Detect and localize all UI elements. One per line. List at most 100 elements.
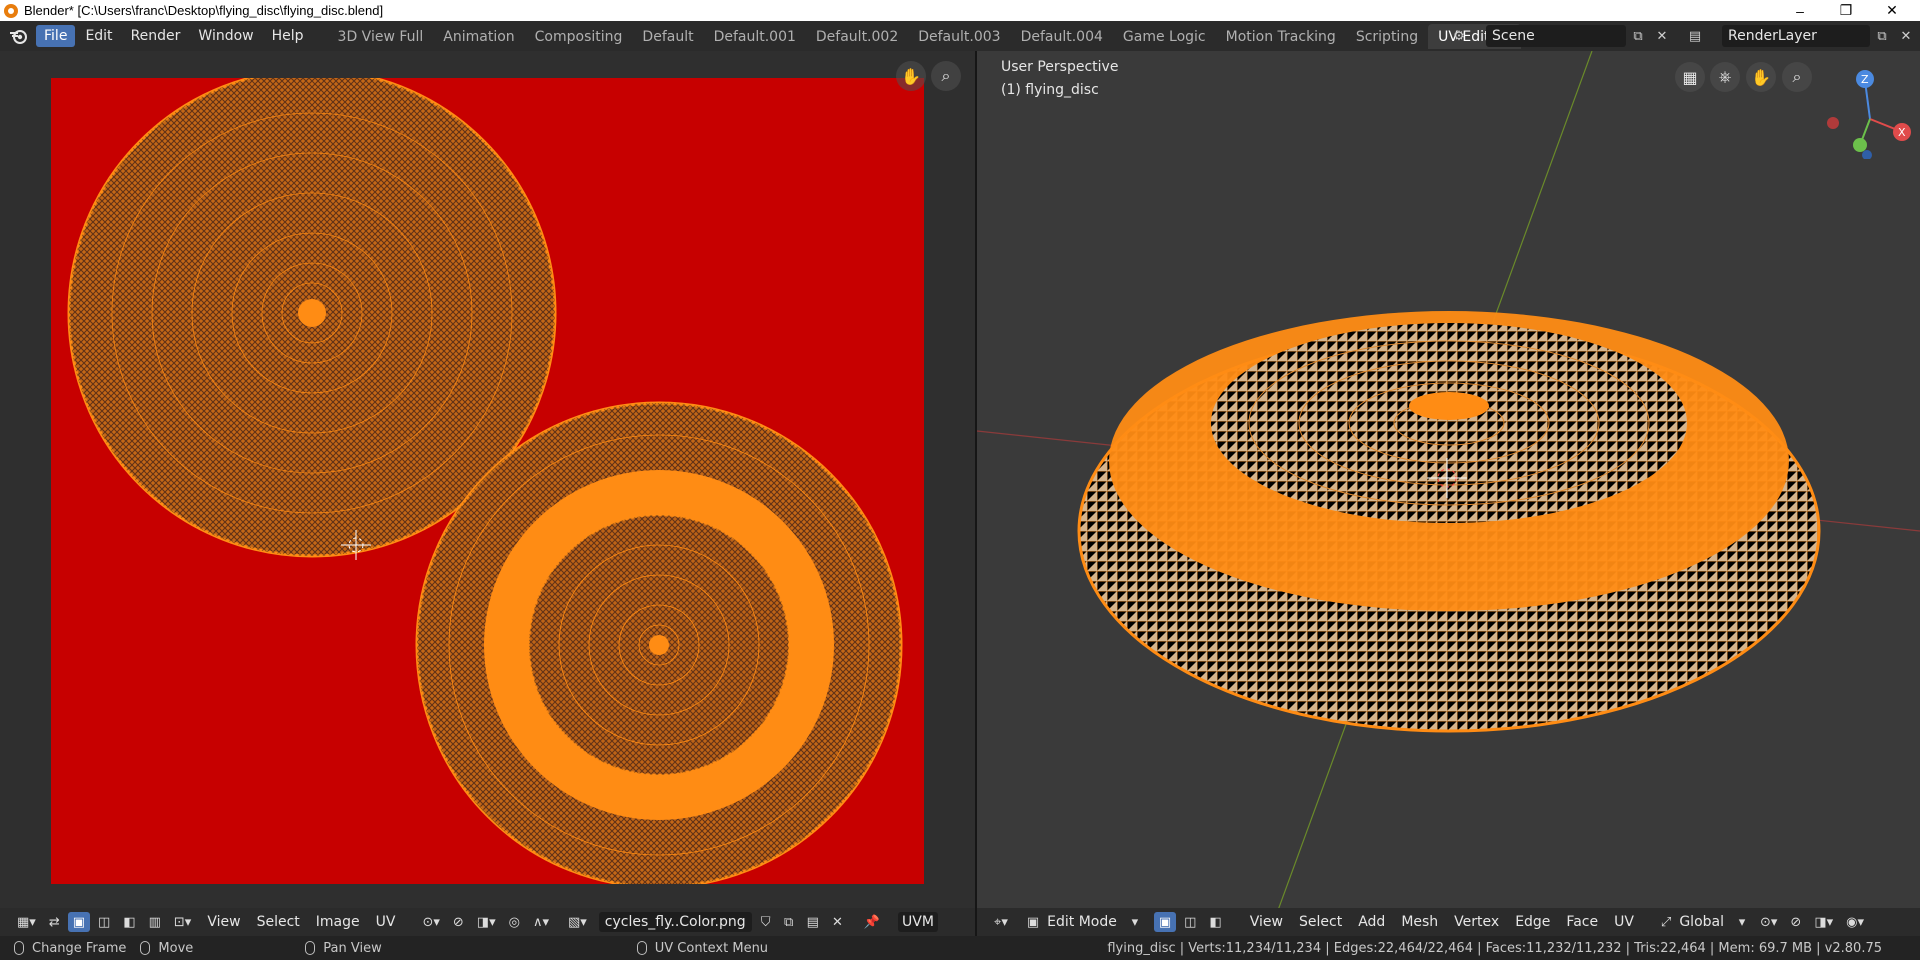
3d-viewport-area[interactable]: User Perspective (1) flying_disc ▦ ⎈ ✋ ⌕… — [977, 51, 1920, 913]
zoom-view-icon[interactable]: ⌕ — [931, 61, 961, 91]
tab-default[interactable]: Default — [632, 24, 703, 49]
uv-editor-area[interactable]: ✋ ⌕ — [0, 51, 975, 913]
pan-view-icon[interactable]: ✋ — [896, 61, 926, 91]
uv-island-select-icon[interactable]: ▥ — [144, 912, 166, 932]
view-perspective-label: User Perspective — [1001, 59, 1119, 75]
image-browse-icon[interactable]: ▧▾ — [563, 912, 592, 932]
pivot-point-icon[interactable]: ⊙▾ — [1755, 912, 1782, 932]
pivot-point-icon[interactable]: ⊙▾ — [417, 912, 444, 932]
fake-user-icon[interactable]: ⛉ — [756, 912, 776, 932]
render-layer-field[interactable]: RenderLayer — [1722, 25, 1870, 47]
sticky-selection-icon[interactable]: ⊡▾ — [169, 912, 196, 932]
vertex-select-mode-icon[interactable]: ▣ — [1153, 912, 1177, 932]
status-move: Move — [140, 941, 193, 956]
uv-menu-uv[interactable]: UV — [368, 914, 404, 930]
unlink-image-icon[interactable]: ✕ — [827, 912, 848, 932]
menu-window[interactable]: Window — [190, 25, 261, 47]
transform-orientation-icon[interactable]: ⤢ — [1656, 912, 1676, 932]
navigation-gizmo[interactable]: Z X — [1820, 59, 1920, 159]
vp-menu-mesh[interactable]: Mesh — [1393, 914, 1446, 930]
face-select-mode-icon[interactable]: ◧ — [1204, 912, 1226, 932]
tab-game-logic[interactable]: Game Logic — [1113, 24, 1216, 49]
render-layer-selector-icon[interactable]: ▤ — [1686, 27, 1704, 45]
top-bar: File Edit Render Window Help 3D View Ful… — [0, 21, 1920, 51]
tab-compositing[interactable]: Compositing — [525, 24, 633, 49]
pan-view-label: Pan View — [323, 940, 382, 956]
camera-view-icon[interactable]: ⎈ — [1710, 62, 1740, 92]
viewport-scene — [977, 51, 1920, 913]
falloff-icon[interactable]: ∧▾ — [528, 912, 554, 932]
uv-island-bottom — [415, 401, 903, 889]
pan-view-icon[interactable]: ✋ — [1746, 62, 1776, 92]
status-bar: Change Frame Move Pan View UV Context Me… — [0, 936, 1920, 960]
open-image-icon[interactable]: ▤ — [802, 912, 824, 932]
vp-menu-vertex[interactable]: Vertex — [1446, 914, 1507, 930]
snap-icon[interactable]: ⊘ — [448, 912, 469, 932]
scene-statistics: flying_disc | Verts:11,234/11,234 | Edge… — [1107, 940, 1882, 956]
zoom-view-icon[interactable]: ⌕ — [1782, 62, 1812, 92]
viewport-editor-type-icon[interactable]: ⌖▾ — [989, 912, 1013, 932]
tab-default-003[interactable]: Default.003 — [908, 24, 1010, 49]
snap-target-icon[interactable]: ◨▾ — [472, 912, 501, 932]
tab-3d-view-full[interactable]: 3D View Full — [328, 24, 434, 49]
blender-logo-icon[interactable] — [8, 25, 30, 47]
uv-edge-select-icon[interactable]: ◫ — [93, 912, 115, 932]
middle-mouse-icon — [305, 941, 316, 955]
tab-motion-tracking[interactable]: Motion Tracking — [1216, 24, 1346, 49]
proportional-editing-icon[interactable]: ◎ — [504, 912, 525, 932]
uv-menu-image[interactable]: Image — [308, 914, 368, 930]
close-button[interactable]: ✕ — [1872, 0, 1912, 21]
status-uv-context-menu: UV Context Menu — [636, 940, 769, 956]
left-mouse-icon — [140, 941, 151, 955]
tab-default-002[interactable]: Default.002 — [806, 24, 908, 49]
uv-map-field[interactable]: UVM — [898, 912, 938, 932]
mode-dropdown-icon[interactable]: ▾ — [1125, 912, 1145, 932]
new-scene-icon[interactable]: ⧉ — [1629, 27, 1647, 45]
flying-disc-mesh — [1077, 311, 1821, 733]
menu-render[interactable]: Render — [123, 25, 189, 47]
vp-menu-view[interactable]: View — [1242, 914, 1291, 930]
scene-selector-icon[interactable]: ⚙ — [1450, 27, 1468, 45]
uv-face-select-icon[interactable]: ◧ — [118, 912, 140, 932]
menu-edit[interactable]: Edit — [77, 25, 120, 47]
proportional-editing-icon[interactable]: ◉▾ — [1841, 912, 1869, 932]
uv-sync-selection-icon[interactable]: ⇄ — [44, 912, 65, 932]
mode-icon[interactable]: ▣ — [1022, 912, 1044, 932]
delete-render-layer-icon[interactable]: ✕ — [1897, 27, 1915, 45]
orientation-dropdown-icon[interactable]: ▾ — [1732, 912, 1752, 932]
snap-icon[interactable]: ⊘ — [1785, 912, 1806, 932]
mode-selector[interactable]: Edit Mode — [1047, 914, 1125, 930]
new-render-layer-icon[interactable]: ⧉ — [1873, 27, 1891, 45]
image-name-field[interactable]: cycles_fly..Color.png — [598, 912, 752, 932]
gizmo-x-label: X — [1898, 126, 1906, 139]
uv-menu-select[interactable]: Select — [249, 914, 308, 930]
uv-context-menu-label: UV Context Menu — [654, 940, 769, 956]
tab-scripting[interactable]: Scripting — [1346, 24, 1428, 49]
vp-menu-uv[interactable]: UV — [1606, 914, 1642, 930]
orientation-selector[interactable]: Global — [1679, 914, 1732, 930]
editor-type-icon[interactable]: ▦▾ — [12, 912, 41, 932]
delete-scene-icon[interactable]: ✕ — [1653, 27, 1671, 45]
scene-field[interactable]: Scene — [1486, 25, 1626, 47]
vp-menu-face[interactable]: Face — [1558, 914, 1606, 930]
menu-file[interactable]: File — [36, 25, 76, 47]
edge-select-mode-icon[interactable]: ◫ — [1179, 912, 1201, 932]
tab-default-001[interactable]: Default.001 — [704, 24, 806, 49]
minimize-button[interactable]: – — [1780, 0, 1820, 21]
menu-help[interactable]: Help — [264, 25, 312, 47]
uv-texture-image[interactable] — [51, 68, 924, 889]
vp-menu-add[interactable]: Add — [1350, 914, 1393, 930]
left-mouse-icon — [14, 941, 24, 955]
snap-target-icon[interactable]: ◨▾ — [1809, 912, 1838, 932]
uv-vertex-select-icon[interactable]: ▣ — [67, 912, 91, 932]
vp-menu-edge[interactable]: Edge — [1507, 914, 1558, 930]
restore-button[interactable]: ❐ — [1826, 0, 1866, 21]
tab-animation[interactable]: Animation — [433, 24, 524, 49]
pin-icon[interactable]: 📌 — [859, 912, 885, 932]
vp-menu-select[interactable]: Select — [1291, 914, 1350, 930]
uv-menu-view[interactable]: View — [199, 914, 248, 930]
tab-default-004[interactable]: Default.004 — [1011, 24, 1113, 49]
toggle-camera-grid-icon[interactable]: ▦ — [1675, 62, 1705, 92]
new-image-icon[interactable]: ⧉ — [779, 912, 799, 932]
blender-app-icon — [4, 3, 18, 18]
